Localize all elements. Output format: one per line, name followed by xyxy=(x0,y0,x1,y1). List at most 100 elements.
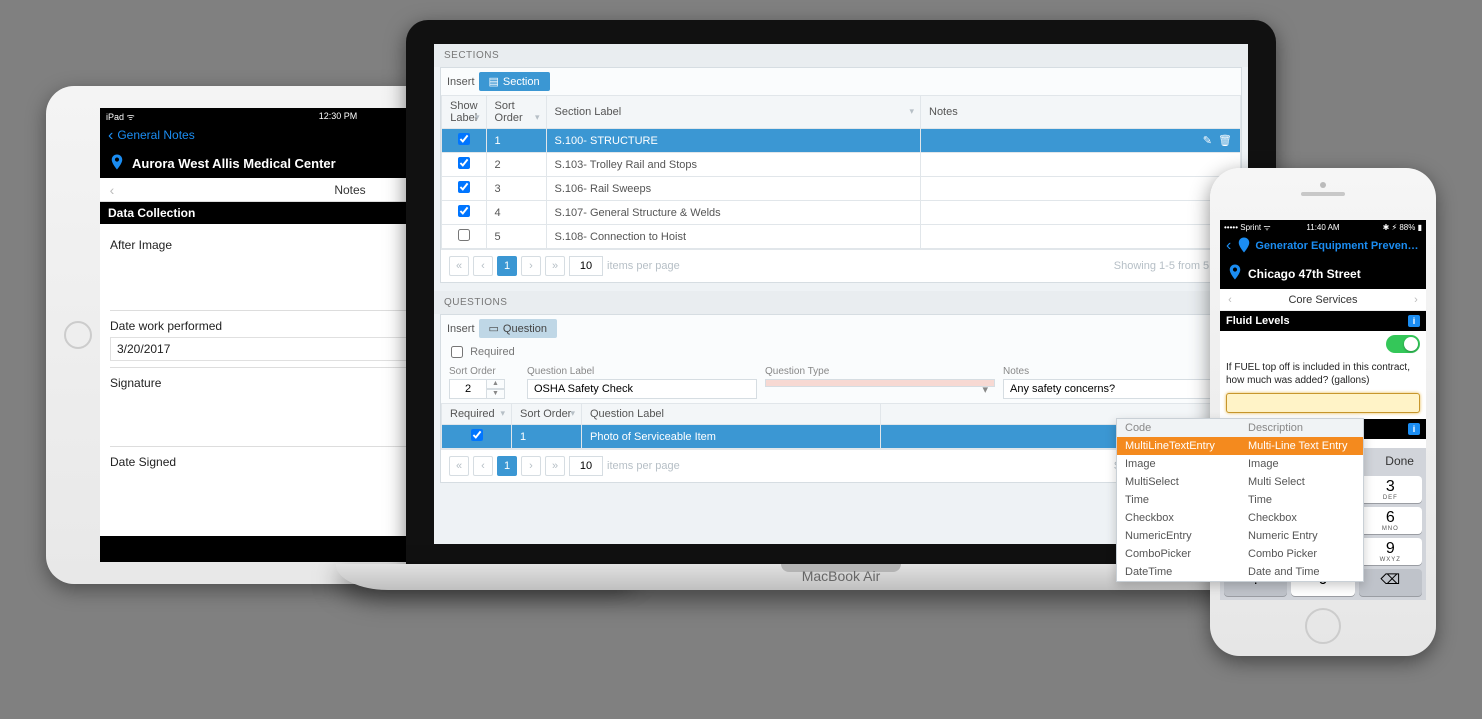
pager-first[interactable]: « xyxy=(449,456,469,476)
dropdown-option[interactable]: ComboPickerCombo Picker xyxy=(1117,545,1363,563)
question-tab-label: Question xyxy=(503,323,547,335)
pager-next[interactable]: › xyxy=(521,456,541,476)
location-name: Chicago 47th Street xyxy=(1248,267,1361,281)
questions-insert-row: Insert ▭ Question xyxy=(441,315,1241,342)
row-checkbox[interactable] xyxy=(458,181,470,193)
pager-page-1[interactable]: 1 xyxy=(497,256,517,276)
notes-label: Notes xyxy=(1003,366,1233,377)
info-icon[interactable]: i xyxy=(1408,423,1420,435)
macbook-device: SECTIONS Insert ▤ Section Show Label▾Sor… xyxy=(406,20,1276,590)
toggle-row xyxy=(1220,331,1426,357)
question-type-label: Question Type xyxy=(765,366,995,377)
col-required[interactable]: Required▾ xyxy=(442,404,512,425)
question-type-dropdown[interactable]: CodeDescriptionMultiLineTextEntryMulti-L… xyxy=(1116,418,1364,582)
dropdown-option[interactable]: ImageImage xyxy=(1117,455,1363,473)
keypad-key[interactable]: 6MNO xyxy=(1359,507,1422,534)
dropdown-option[interactable]: TimeTime xyxy=(1117,491,1363,509)
toggle-switch[interactable] xyxy=(1386,335,1420,353)
required-row: Required xyxy=(441,342,1241,362)
nav-title[interactable]: Generator Equipment Preventative... xyxy=(1255,240,1420,252)
subnav-back[interactable]: ‹ xyxy=(100,182,124,198)
back-button[interactable]: General Notes xyxy=(108,127,195,145)
required-checkbox[interactable] xyxy=(451,346,463,358)
col-notes[interactable]: Notes xyxy=(921,96,1241,129)
iphone-location: Chicago 47th Street xyxy=(1220,258,1426,289)
macbook-brand: MacBook Air xyxy=(802,568,881,584)
row-actions xyxy=(921,225,1241,249)
spinner-up[interactable]: ▲ xyxy=(487,379,505,389)
table-row[interactable]: 5S.108- Connection to Hoist xyxy=(442,225,1241,249)
dropdown-option[interactable]: MultiLineTextEntryMulti-Line Text Entry xyxy=(1117,437,1363,455)
keypad-done[interactable]: Done xyxy=(1385,454,1414,468)
row-checkbox[interactable] xyxy=(471,429,483,441)
question-text: If FUEL top off is included in this cont… xyxy=(1220,357,1426,391)
list-icon: ▤ xyxy=(489,75,499,88)
sections-grid: Show Label▾Sort Order▾Section Label▾Note… xyxy=(441,95,1241,249)
delete-icon[interactable]: 🗑 xyxy=(1218,135,1232,147)
keypad-key[interactable]: ⌫ xyxy=(1359,569,1422,596)
dropdown-option[interactable]: MultiSelectMulti Select xyxy=(1117,473,1363,491)
row-checkbox[interactable] xyxy=(458,133,470,145)
row-label: Photo of Serviceable Item xyxy=(582,425,881,449)
col-section-label[interactable]: Section Label▾ xyxy=(546,96,920,129)
pager-next[interactable]: › xyxy=(521,256,541,276)
subnav-title: Core Services xyxy=(1240,294,1406,306)
pager-first[interactable]: « xyxy=(449,256,469,276)
answer-input[interactable] xyxy=(1226,393,1420,413)
iphone-home-button[interactable] xyxy=(1305,608,1341,644)
back-icon[interactable]: ‹ xyxy=(1226,237,1231,255)
col-sort-order[interactable]: Sort Order▾ xyxy=(486,96,546,129)
dropdown-option[interactable]: CheckboxCheckbox xyxy=(1117,509,1363,527)
subnav-fwd[interactable]: › xyxy=(1406,294,1426,306)
iphone-subnav: ‹ Core Services › xyxy=(1220,289,1426,311)
ipad-carrier: iPad ᯤ xyxy=(106,110,135,123)
location-name: Aurora West Allis Medical Center xyxy=(132,156,336,171)
sections-title: SECTIONS xyxy=(434,44,1248,67)
items-per-page-label: items per page xyxy=(607,460,680,472)
insert-label: Insert xyxy=(447,76,475,88)
row-checkbox[interactable] xyxy=(458,205,470,217)
sort-order-input[interactable] xyxy=(449,379,487,399)
iphone-speaker xyxy=(1301,192,1345,196)
pager-last[interactable]: » xyxy=(545,256,565,276)
row-label: S.108- Connection to Hoist xyxy=(546,225,920,249)
table-row[interactable]: 3S.106- Rail Sweeps xyxy=(442,177,1241,201)
ipad-time: 12:30 PM xyxy=(319,111,358,121)
row-actions xyxy=(921,177,1241,201)
col-sort-order[interactable]: Sort Order▾ xyxy=(512,404,582,425)
keypad-key[interactable]: 9WXYZ xyxy=(1359,538,1422,565)
section-tab-button[interactable]: ▤ Section xyxy=(479,72,550,91)
page-size-input[interactable] xyxy=(569,256,603,276)
keypad-key[interactable]: 3DEF xyxy=(1359,476,1422,503)
spinner-down[interactable]: ▼ xyxy=(487,389,505,399)
edit-icon[interactable]: ✎ xyxy=(1203,135,1212,147)
items-per-page-label: items per page xyxy=(607,260,680,272)
col-question-label[interactable]: Question Label xyxy=(582,404,881,425)
pager-last[interactable]: » xyxy=(545,456,565,476)
pager-prev[interactable]: ‹ xyxy=(473,456,493,476)
subnav-back[interactable]: ‹ xyxy=(1220,294,1240,306)
dropdown-option[interactable]: NumericEntryNumeric Entry xyxy=(1117,527,1363,545)
question-type-select[interactable]: ▾ xyxy=(765,379,995,387)
row-order: 4 xyxy=(486,201,546,225)
sort-order-spinner[interactable]: ▲▼ xyxy=(449,379,509,399)
dropdown-option[interactable]: DateTimeDate and Time xyxy=(1117,563,1363,581)
col-show-label[interactable]: Show Label▾ xyxy=(442,96,487,129)
notes-input[interactable] xyxy=(1003,379,1233,399)
pager-page-1[interactable]: 1 xyxy=(497,456,517,476)
page-size-input[interactable] xyxy=(569,456,603,476)
pager-prev[interactable]: ‹ xyxy=(473,256,493,276)
table-row[interactable]: 2S.103- Trolley Rail and Stops xyxy=(442,153,1241,177)
row-actions: ✎ 🗑 xyxy=(921,129,1241,153)
question-tab-button[interactable]: ▭ Question xyxy=(479,319,557,338)
row-label: S.107- General Structure & Welds xyxy=(546,201,920,225)
info-icon[interactable]: i xyxy=(1408,315,1420,327)
table-row[interactable]: 4S.107- General Structure & Welds xyxy=(442,201,1241,225)
table-row[interactable]: 1S.100- STRUCTURE✎ 🗑 xyxy=(442,129,1241,153)
row-actions xyxy=(921,201,1241,225)
row-checkbox[interactable] xyxy=(458,157,470,169)
iphone-nav: ‹ Generator Equipment Preventative... xyxy=(1220,234,1426,258)
row-checkbox[interactable] xyxy=(458,229,470,241)
ipad-home-button[interactable] xyxy=(64,321,92,349)
question-label-input[interactable] xyxy=(527,379,757,399)
